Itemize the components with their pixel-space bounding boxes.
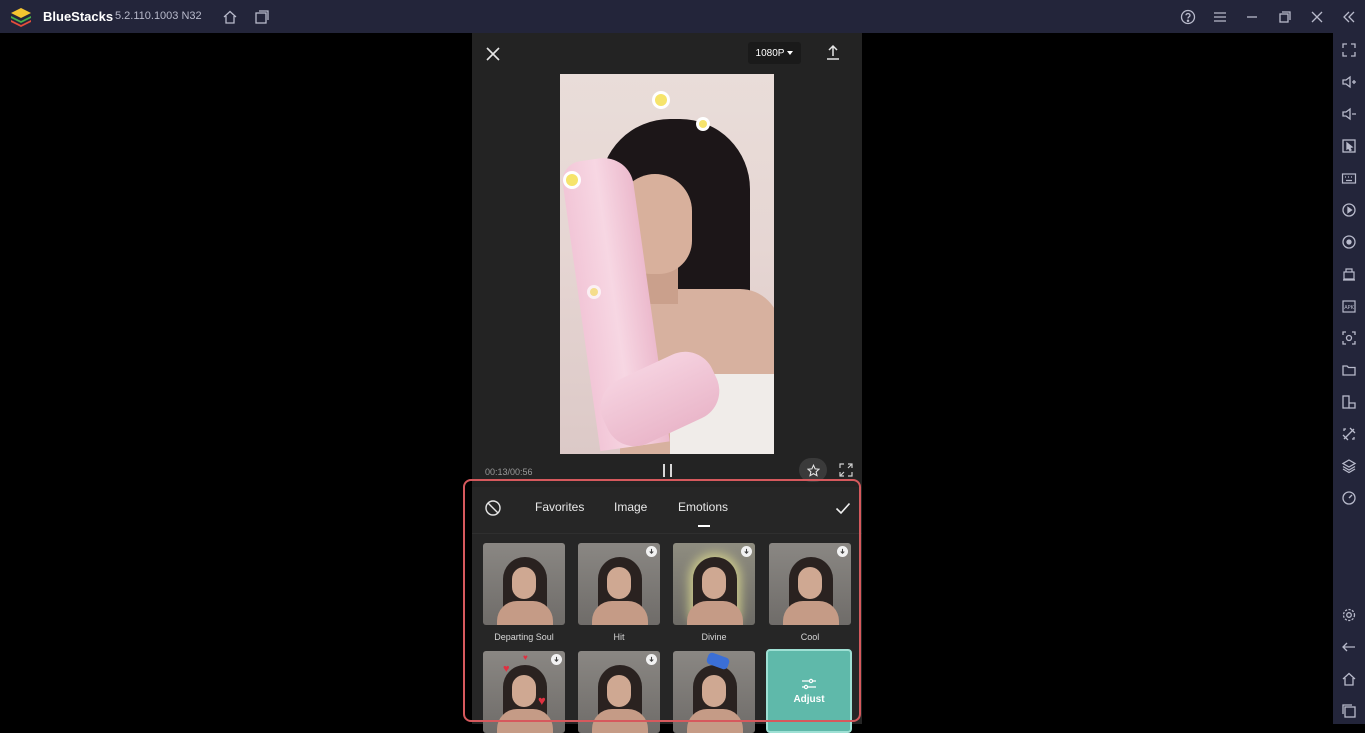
adjust-label: Adjust xyxy=(793,693,825,705)
video-preview[interactable] xyxy=(560,74,774,454)
menu-icon[interactable] xyxy=(1211,8,1229,26)
favorite-button[interactable] xyxy=(799,458,827,482)
flower-sticker xyxy=(590,288,598,296)
heart-icon: ♥ xyxy=(503,663,510,675)
fullscreen-icon[interactable] xyxy=(1340,41,1358,59)
close-icon[interactable] xyxy=(1308,8,1326,26)
expand-icon[interactable] xyxy=(839,463,853,477)
tab-image[interactable]: Image xyxy=(614,500,647,514)
download-icon xyxy=(837,546,848,557)
resolution-label: 1080P xyxy=(755,47,785,59)
tab-favorites[interactable]: Favorites xyxy=(535,500,584,514)
star-icon xyxy=(806,463,820,477)
effect-tile-divine[interactable] xyxy=(673,543,755,625)
title-bar: BlueStacks 5.2.110.1003 N32 xyxy=(0,0,1365,33)
rotate-icon[interactable] xyxy=(1340,393,1358,411)
effect-tile-hit[interactable] xyxy=(578,543,660,625)
download-icon xyxy=(646,546,657,557)
effect-label: Departing Soul xyxy=(494,632,554,642)
tab-emotions[interactable]: Emotions xyxy=(678,500,728,514)
download-icon xyxy=(741,546,752,557)
app-name: BlueStacks xyxy=(43,9,114,24)
collapse-sidebar-icon[interactable] xyxy=(1340,8,1358,26)
volume-up-icon[interactable] xyxy=(1340,73,1358,91)
keyboard-icon[interactable] xyxy=(1340,169,1358,187)
flower-sticker xyxy=(655,94,667,106)
close-editor-icon[interactable] xyxy=(484,45,502,63)
android-home-icon[interactable] xyxy=(1340,670,1358,688)
playback-time: 00:13/00:56 xyxy=(485,467,533,477)
sliders-icon xyxy=(802,678,816,689)
download-icon xyxy=(646,654,657,665)
flower-sticker xyxy=(566,174,578,186)
caret-down-icon xyxy=(787,51,794,55)
restore-icon[interactable] xyxy=(1276,8,1294,26)
effect-label: Cool xyxy=(800,632,820,642)
svg-text:APK: APK xyxy=(1344,305,1354,311)
download-icon xyxy=(551,654,562,665)
no-effect-icon[interactable] xyxy=(484,499,502,517)
flower-sticker xyxy=(699,120,707,128)
effect-label: Hit xyxy=(613,632,625,642)
speedometer-icon[interactable] xyxy=(1340,489,1358,507)
adjust-button[interactable]: Adjust xyxy=(766,649,852,733)
settings-icon[interactable] xyxy=(1340,606,1358,624)
bluestacks-logo xyxy=(11,8,31,27)
resolution-dropdown[interactable]: 1080P xyxy=(748,42,801,64)
app-version: 5.2.110.1003 N32 xyxy=(115,10,202,22)
help-icon[interactable] xyxy=(1179,8,1197,26)
pointer-icon[interactable] xyxy=(1340,137,1358,155)
export-icon[interactable] xyxy=(824,44,842,62)
minimize-icon[interactable] xyxy=(1243,8,1261,26)
shake-icon[interactable] xyxy=(1340,265,1358,283)
sync-icon[interactable] xyxy=(1340,233,1358,251)
recent-apps-icon[interactable] xyxy=(1340,702,1358,720)
effects-panel: Favorites Image Emotions Departing Soul … xyxy=(472,487,862,733)
effect-tile-cool[interactable] xyxy=(769,543,851,625)
effect-label: Divine xyxy=(701,632,727,642)
effect-tile-departing-soul[interactable] xyxy=(483,543,565,625)
active-tab-indicator xyxy=(698,525,710,527)
pause-icon[interactable] xyxy=(662,464,674,477)
heart-icon: ♥ xyxy=(523,653,528,662)
home-icon[interactable] xyxy=(221,8,239,26)
divider xyxy=(472,533,862,534)
volume-down-icon[interactable] xyxy=(1340,105,1358,123)
screenshot-icon[interactable] xyxy=(1340,329,1358,347)
confirm-check-icon[interactable] xyxy=(834,499,852,517)
layers-icon[interactable] xyxy=(1340,457,1358,475)
right-sidebar: APK xyxy=(1333,33,1365,724)
back-icon[interactable] xyxy=(1340,638,1358,656)
effect-tile-hammer[interactable] xyxy=(673,651,755,733)
effect-tile-hearts[interactable]: ♥ ♥ ♥ xyxy=(483,651,565,733)
multi-instance-icon[interactable] xyxy=(253,8,271,26)
video-editor: 1080P 00:13/00:56 Favorites Image Emotio… xyxy=(472,33,862,733)
heart-icon: ♥ xyxy=(538,693,546,708)
effect-tile[interactable] xyxy=(578,651,660,733)
eco-mode-icon[interactable] xyxy=(1340,425,1358,443)
folder-icon[interactable] xyxy=(1340,361,1358,379)
apk-icon[interactable]: APK xyxy=(1340,297,1358,315)
macro-record-icon[interactable] xyxy=(1340,201,1358,219)
